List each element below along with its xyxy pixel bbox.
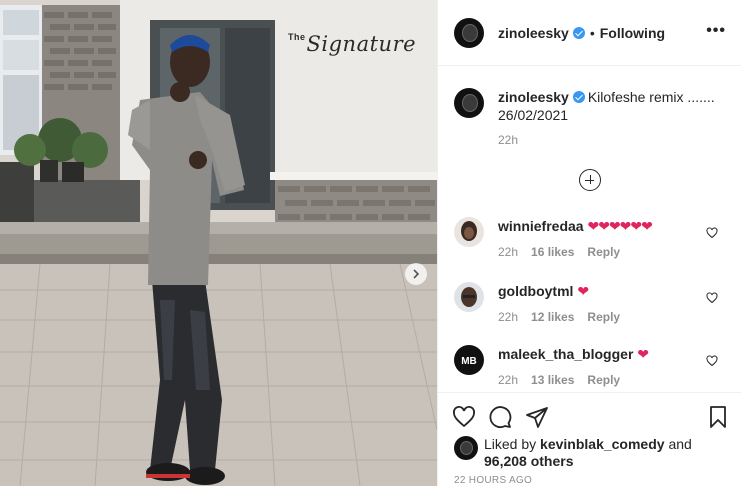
heart-icon[interactable] xyxy=(452,405,476,429)
comment-username[interactable]: maleek_tha_blogger xyxy=(498,346,633,362)
heart-icon[interactable] xyxy=(706,227,718,239)
comment-time: 22h xyxy=(498,373,519,387)
caption-avatar[interactable] xyxy=(454,88,484,118)
comment-item: winniefredaa ❤❤❤❤❤❤ 22h 16 likes Reply xyxy=(454,217,734,269)
liker-username[interactable]: kevinblak_comedy xyxy=(540,436,665,452)
commenter-avatar[interactable] xyxy=(454,217,484,247)
comment-reply-button[interactable]: Reply xyxy=(587,310,620,324)
comment-reply-button[interactable]: Reply xyxy=(587,373,620,387)
post-photo[interactable]: TheSignature xyxy=(0,0,437,486)
post-header: zinoleesky • Following ••• xyxy=(438,0,741,66)
header-dot-separator: • xyxy=(589,24,595,41)
photo-scene xyxy=(0,0,437,486)
post-timestamp[interactable]: 22 HOURS AGO xyxy=(454,475,532,486)
comment-time: 22h xyxy=(498,310,519,324)
sign-word: The xyxy=(288,32,306,42)
author-info: zinoleesky • Following xyxy=(498,25,665,41)
comment-time: 22h xyxy=(498,245,519,259)
commenter-avatar[interactable] xyxy=(454,282,484,312)
comment-username[interactable]: winniefredaa xyxy=(498,218,584,234)
building-sign: TheSignature xyxy=(288,32,418,68)
comment-likes[interactable]: 12 likes xyxy=(531,310,574,324)
post-actions-bar: Liked by kevinblak_comedy and 96,208 oth… xyxy=(438,392,741,486)
next-photo-button[interactable] xyxy=(405,263,427,285)
sign-script: Signature xyxy=(306,32,417,56)
comment-icon[interactable] xyxy=(488,405,512,429)
heart-icon[interactable] xyxy=(706,292,718,304)
comment-item: goldboytml ❤ 22h 12 likes Reply xyxy=(454,282,734,334)
liker-avatar[interactable] xyxy=(454,436,478,460)
liked-by: Liked by kevinblak_comedy and 96,208 oth… xyxy=(454,436,692,470)
liked-by-text: Liked by kevinblak_comedy and 96,208 oth… xyxy=(484,436,692,470)
comment-meta: 22h 12 likes Reply xyxy=(498,310,620,324)
comment-line: goldboytml ❤ xyxy=(498,282,589,300)
chevron-right-icon xyxy=(413,269,420,279)
post-side-panel: zinoleesky • Following ••• zinoleesky Kil… xyxy=(437,0,741,486)
instagram-post: TheSignature zinoleesky • Following ••• … xyxy=(0,0,741,486)
caption-username[interactable]: zinoleesky xyxy=(498,89,569,105)
verified-badge-icon xyxy=(572,91,585,103)
commenter-avatar[interactable]: MB xyxy=(454,345,484,375)
comment-text: ❤❤❤❤❤❤ xyxy=(587,218,652,234)
comment-line: maleek_tha_blogger ❤ xyxy=(498,345,649,363)
comment-username[interactable]: goldboytml xyxy=(498,283,573,299)
caption-date: 26/02/2021 xyxy=(498,107,569,123)
likes-count[interactable]: 96,208 others xyxy=(484,453,574,469)
comment-likes[interactable]: 16 likes xyxy=(531,245,574,259)
plus-circle-icon[interactable] xyxy=(579,169,601,191)
comment-text: ❤ xyxy=(637,346,649,362)
caption-text-block: zinoleesky Kilofeshe remix ....... 26/02/… xyxy=(498,88,715,124)
liked-by-prefix: Liked by xyxy=(484,436,537,452)
bookmark-icon[interactable] xyxy=(706,405,730,429)
caption-time: 22h xyxy=(498,133,519,147)
comment-line: winniefredaa ❤❤❤❤❤❤ xyxy=(498,217,653,235)
paper-plane-icon[interactable] xyxy=(525,405,549,429)
verified-badge-icon xyxy=(572,26,585,39)
author-username[interactable]: zinoleesky xyxy=(498,25,569,41)
comment-meta: 22h 16 likes Reply xyxy=(498,245,620,259)
comment-meta: 22h 13 likes Reply xyxy=(498,373,620,387)
comment-reply-button[interactable]: Reply xyxy=(587,245,620,259)
more-options-icon[interactable]: ••• xyxy=(706,23,726,39)
caption-body: Kilofeshe remix ....... xyxy=(587,89,715,105)
comment-text: ❤ xyxy=(577,283,589,299)
author-avatar[interactable] xyxy=(454,17,484,48)
heart-icon[interactable] xyxy=(706,355,718,367)
liked-by-and: and xyxy=(668,436,692,452)
post-caption: zinoleesky Kilofeshe remix ....... 26/02/… xyxy=(454,88,726,124)
svg-text:MB: MB xyxy=(461,356,477,367)
comment-likes[interactable]: 13 likes xyxy=(531,373,574,387)
comment-item: MB maleek_tha_blogger ❤ 22h 13 likes Rep… xyxy=(454,345,734,397)
following-button[interactable]: Following xyxy=(600,25,665,41)
